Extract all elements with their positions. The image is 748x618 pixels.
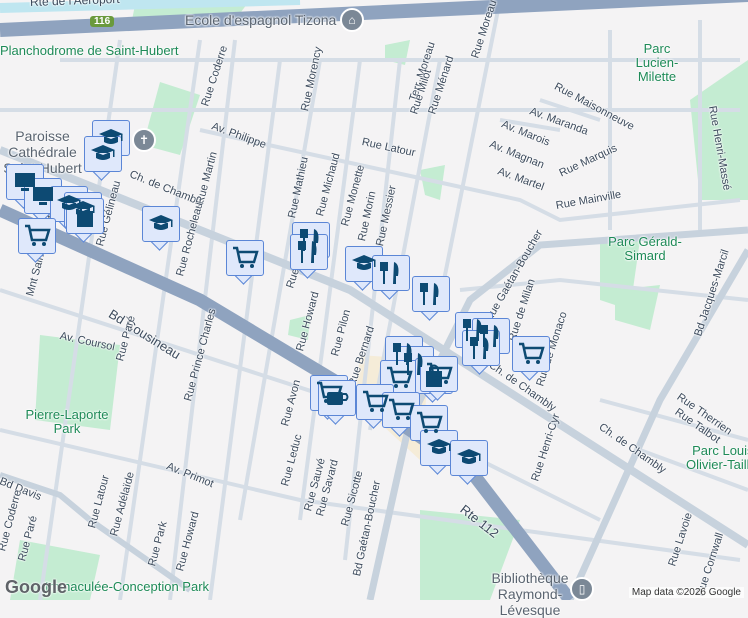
park-label[interactable]: Parc Lucien-Milette [622, 42, 692, 84]
park-label[interactable]: Parc Louis-Olivier-Taillon [680, 444, 748, 472]
shopping-cart-icon [363, 390, 389, 412]
fork-knife-icon [298, 241, 317, 263]
map-marker-coffee[interactable] [318, 380, 356, 425]
graduation-cap-icon [427, 439, 451, 454]
google-logo: Google [5, 577, 67, 597]
map-marker-cart[interactable] [226, 240, 264, 285]
shopping-cart-icon [389, 398, 415, 420]
map-marker-school[interactable] [84, 136, 122, 181]
map-marker-restaurant[interactable] [290, 234, 328, 279]
shopping-cart-icon [233, 246, 259, 268]
park-label[interactable]: Immaculée-Conception Park [45, 580, 209, 594]
graduation-cap-icon [91, 145, 115, 160]
park-label[interactable]: Parc Gérald-Simard [600, 235, 690, 263]
graduation-cap-icon [352, 255, 376, 270]
map-marker-school[interactable] [450, 440, 488, 485]
graduation-cap-icon[interactable]: ⌂ [340, 8, 364, 32]
map-marker-restaurant[interactable] [412, 276, 450, 321]
church-cross-icon[interactable]: ✝ [132, 128, 156, 152]
poi-school-label[interactable]: Ecole d'espagnol Tizona [185, 12, 336, 28]
monitor-icon [33, 187, 53, 205]
shopping-bag-icon [77, 204, 93, 227]
shopping-cart-icon [519, 342, 545, 364]
graduation-cap-icon [149, 215, 173, 230]
shopping-cart-icon [417, 411, 443, 433]
graduation-cap-icon [457, 449, 481, 464]
map-credit[interactable]: Map data ©2026 Google [628, 587, 744, 598]
map-marker-restaurant[interactable] [462, 330, 500, 375]
fork-knife-icon [470, 337, 489, 359]
map-marker-cart[interactable] [18, 218, 56, 263]
shopping-cart-icon [25, 224, 51, 246]
map-marker-cart[interactable] [420, 356, 458, 401]
book-icon[interactable]: ▯ [570, 577, 594, 601]
map-marker-bag[interactable] [66, 198, 104, 243]
map-marker-restaurant[interactable] [372, 255, 410, 300]
coffee-cup-icon [327, 392, 349, 405]
map-marker-cart[interactable] [512, 336, 550, 381]
park-label[interactable]: Planchodrome de Saint-Hubert [0, 44, 179, 58]
shopping-cart-icon [387, 366, 413, 388]
shopping-cart-icon [427, 362, 453, 384]
park-label[interactable]: Pierre-Laporte Park [22, 408, 112, 436]
fork-knife-icon [380, 262, 399, 284]
map-marker-school[interactable] [142, 206, 180, 251]
route-116-badge: 116 [90, 16, 115, 27]
fork-knife-icon [420, 283, 439, 305]
